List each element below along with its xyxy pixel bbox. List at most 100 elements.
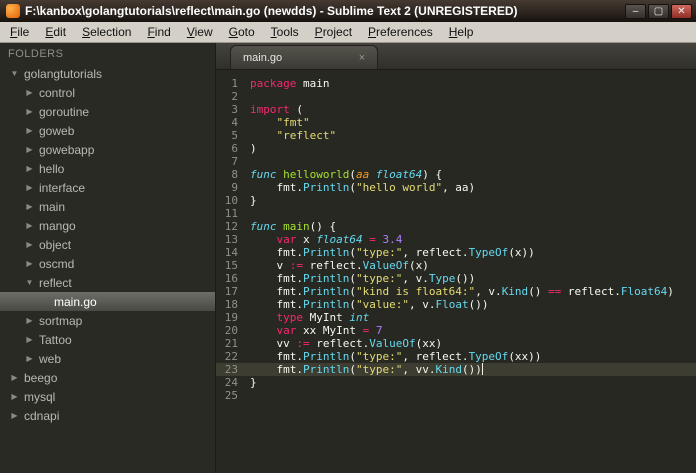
- window-controls: – ▢ ✕: [625, 3, 692, 19]
- folder-item-oscmd[interactable]: ▶ oscmd: [0, 254, 215, 273]
- code-line-text: func main() {: [250, 220, 337, 233]
- tree-item-label: mysql: [24, 389, 56, 404]
- folder-item-mango[interactable]: ▶ mango: [0, 216, 215, 235]
- code-line[interactable]: 4 "fmt": [216, 116, 696, 129]
- menu-item-goto[interactable]: Goto: [221, 23, 263, 41]
- folder-item-control[interactable]: ▶ control: [0, 83, 215, 102]
- code-line[interactable]: 5 "reflect": [216, 129, 696, 142]
- disclosure-collapsed-icon[interactable]: ▶: [23, 354, 36, 363]
- code-line[interactable]: 12 func main() {: [216, 220, 696, 233]
- code-line[interactable]: 1 package main: [216, 77, 696, 90]
- disclosure-collapsed-icon[interactable]: ▶: [23, 240, 36, 249]
- disclosure-expanded-icon[interactable]: ▼: [23, 278, 36, 287]
- disclosure-collapsed-icon[interactable]: ▶: [23, 107, 36, 116]
- folder-item-tattoo[interactable]: ▶ Tattoo: [0, 330, 215, 349]
- code-line[interactable]: 17 fmt.Println("kind is float64:", v.Kin…: [216, 285, 696, 298]
- code-line-text: var xx MyInt = 7: [276, 324, 383, 337]
- tab-close-icon[interactable]: ×: [355, 52, 369, 64]
- maximize-button[interactable]: ▢: [648, 3, 669, 19]
- code-line[interactable]: 3 import (: [216, 103, 696, 116]
- code-line-text: fmt.Println("kind is float64:", v.Kind()…: [250, 285, 674, 298]
- code-line[interactable]: 23 fmt.Println("type:", vv.Kind()): [216, 363, 696, 376]
- code-line[interactable]: 9 fmt.Println("hello world", aa): [216, 181, 696, 194]
- code-line-text: v := reflect.ValueOf(x): [250, 259, 429, 272]
- folder-item-sortmap[interactable]: ▶ sortmap: [0, 311, 215, 330]
- folder-item-hello[interactable]: ▶ hello: [0, 159, 215, 178]
- menu-item-find[interactable]: Find: [139, 23, 178, 41]
- code-line[interactable]: 25: [216, 389, 696, 402]
- folder-item-mysql[interactable]: ▶ mysql: [0, 387, 215, 406]
- line-number: 6: [231, 142, 238, 155]
- folder-item-cdnapi[interactable]: ▶ cdnapi: [0, 406, 215, 425]
- disclosure-collapsed-icon[interactable]: ▶: [23, 335, 36, 344]
- code-line[interactable]: 11: [216, 207, 696, 220]
- tree-item-label: gowebapp: [39, 142, 95, 157]
- disclosure-collapsed-icon[interactable]: ▶: [23, 145, 36, 154]
- line-number: 5: [231, 129, 238, 142]
- disclosure-collapsed-icon[interactable]: ▶: [23, 164, 36, 173]
- disclosure-collapsed-icon[interactable]: ▶: [23, 202, 36, 211]
- line-number: 23: [224, 363, 238, 376]
- menu-item-preferences[interactable]: Preferences: [360, 23, 441, 41]
- code-line[interactable]: 7: [216, 155, 696, 168]
- disclosure-collapsed-icon[interactable]: ▶: [8, 373, 21, 382]
- line-number: 14: [224, 246, 238, 259]
- disclosure-collapsed-icon[interactable]: ▶: [23, 183, 36, 192]
- disclosure-expanded-icon[interactable]: ▼: [8, 69, 21, 78]
- menu-item-project[interactable]: Project: [307, 23, 360, 41]
- code-line[interactable]: 22 fmt.Println("type:", reflect.TypeOf(x…: [216, 350, 696, 363]
- tree-item-label: goroutine: [39, 104, 90, 119]
- window-titlebar[interactable]: F:\kanbox\golangtutorials\reflect\main.g…: [0, 0, 696, 22]
- tree-item-label: object: [39, 237, 72, 252]
- code-line[interactable]: 10}: [216, 194, 696, 207]
- disclosure-collapsed-icon[interactable]: ▶: [23, 316, 36, 325]
- menu-item-help[interactable]: Help: [441, 23, 482, 41]
- folder-item-goweb[interactable]: ▶ goweb: [0, 121, 215, 140]
- code-line[interactable]: 14 fmt.Println("type:", reflect.TypeOf(x…: [216, 246, 696, 259]
- line-number: 12: [224, 220, 238, 233]
- code-line[interactable]: 18 fmt.Println("value:", v.Float()): [216, 298, 696, 311]
- folder-item-reflect[interactable]: ▼ reflect: [0, 273, 215, 292]
- code-line[interactable]: 19 type MyInt int: [216, 311, 696, 324]
- tree-item-label: main: [39, 199, 66, 214]
- code-line[interactable]: 21 vv := reflect.ValueOf(xx): [216, 337, 696, 350]
- code-line[interactable]: 13 var x float64 = 3.4: [216, 233, 696, 246]
- disclosure-collapsed-icon[interactable]: ▶: [23, 221, 36, 230]
- code-line[interactable]: 24}: [216, 376, 696, 389]
- code-line[interactable]: 16 fmt.Println("type:", v.Type()): [216, 272, 696, 285]
- disclosure-collapsed-icon[interactable]: ▶: [8, 392, 21, 401]
- code-area[interactable]: 1 package main 2 3 import (4 "fmt" 5 "reflect…: [216, 70, 696, 473]
- folder-item-interface[interactable]: ▶ interface: [0, 178, 215, 197]
- menu-item-view[interactable]: View: [179, 23, 221, 41]
- folder-item-main[interactable]: ▶ main: [0, 197, 215, 216]
- minimize-button[interactable]: –: [625, 3, 646, 19]
- line-number: 8: [231, 168, 238, 181]
- folder-item-beego[interactable]: ▶ beego: [0, 368, 215, 387]
- close-button[interactable]: ✕: [671, 3, 692, 19]
- code-line[interactable]: 15 v := reflect.ValueOf(x): [216, 259, 696, 272]
- menu-item-selection[interactable]: Selection: [74, 23, 139, 41]
- menu-item-file[interactable]: File: [2, 23, 37, 41]
- folder-item-gowebapp[interactable]: ▶ gowebapp: [0, 140, 215, 159]
- code-line[interactable]: 2: [216, 90, 696, 103]
- menu-item-edit[interactable]: Edit: [37, 23, 74, 41]
- disclosure-collapsed-icon[interactable]: ▶: [23, 88, 36, 97]
- disclosure-collapsed-icon[interactable]: ▶: [23, 126, 36, 135]
- code-line[interactable]: 8 func helloworld(aa float64) {: [216, 168, 696, 181]
- menu-item-tools[interactable]: Tools: [263, 23, 307, 41]
- code-line-text: fmt.Println("value:", v.Float()): [250, 298, 489, 311]
- code-line-text: fmt.Println("type:", v.Type()): [250, 272, 476, 285]
- folder-item-object[interactable]: ▶ object: [0, 235, 215, 254]
- disclosure-collapsed-icon[interactable]: ▶: [8, 411, 21, 420]
- folder-item-goroutine[interactable]: ▶ goroutine: [0, 102, 215, 121]
- folder-item-golangtutorials[interactable]: ▼ golangtutorials: [0, 64, 215, 83]
- disclosure-collapsed-icon[interactable]: ▶: [23, 259, 36, 268]
- code-line[interactable]: 6): [216, 142, 696, 155]
- folder-item-web[interactable]: ▶ web: [0, 349, 215, 368]
- code-line[interactable]: 20 var xx MyInt = 7: [216, 324, 696, 337]
- tab-main-go[interactable]: main.go ×: [230, 45, 378, 69]
- line-number: 21: [224, 337, 238, 350]
- file-item-main-go[interactable]: main.go: [0, 292, 215, 311]
- tab-label: main.go: [243, 51, 283, 64]
- tree-item-label: mango: [39, 218, 76, 233]
